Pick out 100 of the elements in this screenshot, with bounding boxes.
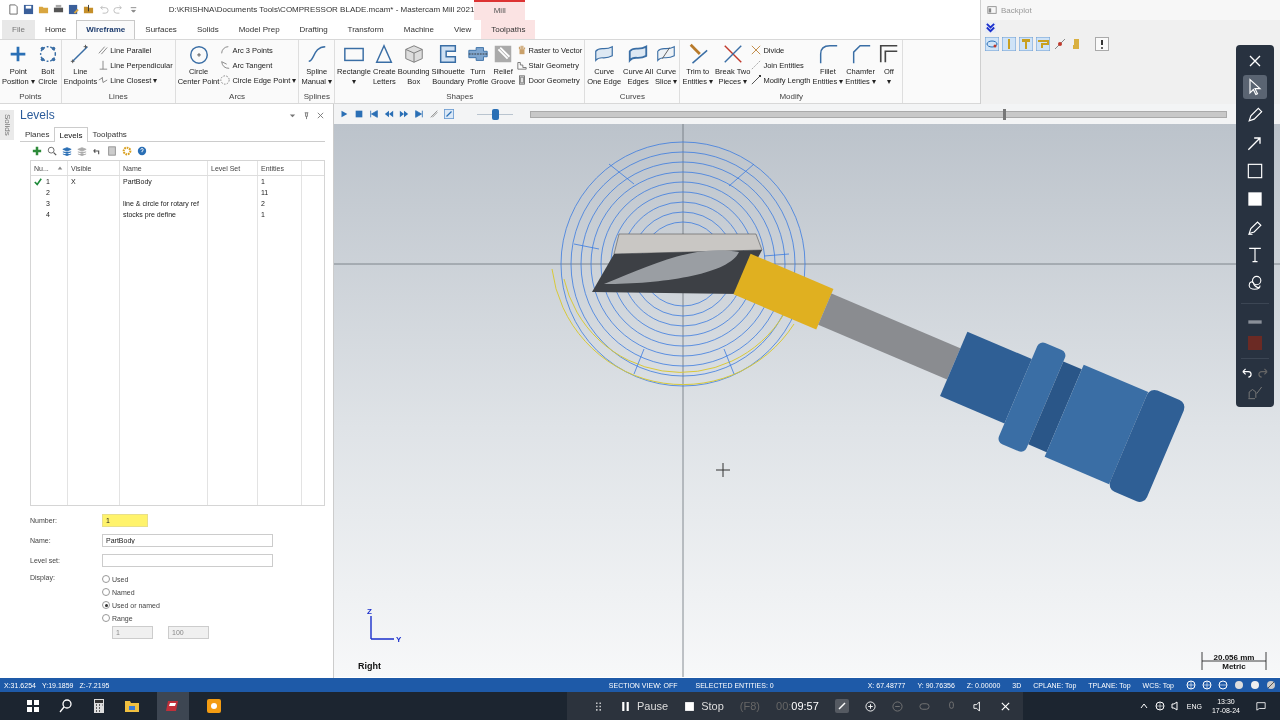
panel-tab[interactable]: Toolpaths — [87, 127, 132, 141]
trace-icon[interactable] — [429, 109, 439, 119]
step-back-icon[interactable] — [384, 109, 394, 119]
zoom-in-icon[interactable] — [864, 700, 876, 712]
customize-icon[interactable] — [128, 4, 139, 16]
ribbon-tab[interactable]: Transform — [337, 19, 394, 40]
window-title: D:\KRISHNA\Documents Tools\COMPRESSOR BLADE.mcam* - Mastercam Mill 2021 — [168, 5, 475, 15]
radio-button[interactable] — [102, 601, 110, 609]
step-forward-icon[interactable] — [399, 109, 409, 119]
notification-icon[interactable] — [1256, 701, 1266, 711]
search-icon[interactable] — [58, 698, 74, 714]
close-icon[interactable] — [999, 700, 1011, 712]
level-set-field[interactable] — [102, 554, 273, 567]
group-label: Shapes — [445, 92, 475, 103]
closest-line-icon — [98, 75, 109, 86]
ribbon-tab[interactable]: Solids — [186, 19, 229, 40]
save-as-icon[interactable] — [68, 4, 79, 16]
stop-button[interactable]: Stop — [684, 700, 724, 712]
scale-bar — [1201, 651, 1267, 671]
save-icon[interactable] — [23, 4, 34, 16]
undo-icon[interactable] — [92, 146, 102, 156]
sort-icon[interactable] — [57, 165, 63, 171]
axis-triad-icon — [370, 615, 395, 640]
ribbon-tab[interactable]: Drafting — [289, 19, 338, 40]
pointer-icon[interactable] — [1243, 75, 1267, 99]
position-marker[interactable] — [1002, 108, 1006, 120]
chevron-up-icon[interactable] — [1138, 701, 1149, 711]
point-icon[interactable] — [1053, 37, 1067, 51]
skip-forward-icon[interactable] — [414, 109, 424, 119]
pause-button[interactable]: Pause — [620, 700, 669, 712]
folder-icon[interactable] — [124, 698, 140, 714]
globe-icon[interactable] — [1218, 680, 1228, 690]
context-tab-header: Mill — [474, 0, 525, 20]
circle-icon — [187, 43, 210, 66]
slider-thumb[interactable] — [492, 108, 499, 120]
shortcut-hint: (F8) — [739, 700, 760, 712]
axis-label: Z — [367, 607, 372, 616]
calculator-icon[interactable] — [91, 698, 107, 714]
folder-icon[interactable] — [83, 4, 94, 16]
pin-icon[interactable] — [302, 110, 311, 120]
rotate-icon[interactable] — [985, 37, 999, 51]
ribbon-tab[interactable]: File — [2, 19, 35, 40]
axis-label: Y — [396, 635, 402, 644]
length-icon — [751, 75, 762, 86]
document-icon[interactable] — [107, 146, 117, 156]
stop-icon[interactable] — [354, 109, 364, 119]
pause-icon — [620, 700, 631, 712]
ribbon-tab[interactable]: Wireframe — [76, 19, 136, 40]
ribbon-tab[interactable]: View — [444, 19, 482, 40]
cube-icon — [402, 43, 425, 66]
ribbon-tab[interactable]: Model Prep — [228, 19, 290, 40]
parallel-lines-icon — [98, 45, 109, 56]
info-icon[interactable] — [1095, 37, 1109, 51]
stairs-icon — [516, 60, 527, 71]
grip-icon[interactable] — [593, 700, 604, 712]
progress-track[interactable] — [530, 110, 1227, 118]
pencil-icon[interactable] — [834, 699, 849, 713]
globe-icon[interactable] — [1186, 680, 1196, 690]
window-title: Backplot — [1001, 5, 1032, 15]
stop-icon — [684, 700, 696, 712]
panel-tab[interactable]: Planes — [20, 127, 55, 141]
door-icon — [516, 75, 527, 86]
panel-tab[interactable]: Levels — [54, 127, 88, 142]
pen-icon[interactable] — [444, 109, 454, 119]
skip-back-icon[interactable] — [369, 109, 379, 119]
ribbon-tab[interactable]: Toolpaths — [481, 19, 536, 40]
group-label: Modify — [778, 92, 804, 103]
layers-icon[interactable] — [62, 146, 72, 156]
half-sphere-icon[interactable] — [1266, 680, 1276, 690]
group-label: Arcs — [228, 92, 247, 103]
ribbon-tab[interactable]: Home — [34, 19, 77, 40]
collapse-icon[interactable] — [985, 22, 996, 33]
undo-icon[interactable] — [1241, 367, 1252, 378]
color-swatch[interactable] — [1248, 336, 1262, 350]
radio-button[interactable] — [102, 575, 110, 583]
recorder-app-icon[interactable] — [206, 698, 222, 714]
globe-icon[interactable] — [1154, 701, 1165, 711]
speaker-icon[interactable] — [1170, 701, 1181, 711]
ribbon-tab[interactable]: Machine — [393, 19, 444, 40]
elapsed-time: 09:57 — [791, 700, 819, 712]
radio-button[interactable] — [102, 614, 110, 622]
help-icon[interactable] — [137, 146, 147, 156]
app-logo-icon[interactable] — [157, 692, 189, 720]
side-tab[interactable]: Solids — [0, 110, 14, 140]
globe-icon[interactable] — [1202, 680, 1212, 690]
scale-unit: Metric — [1222, 662, 1246, 671]
elapsed-hours: 00: — [776, 700, 792, 712]
play-icon[interactable] — [339, 109, 349, 119]
crosshair-cursor-icon — [715, 462, 731, 478]
arc-tangent-icon — [220, 60, 231, 71]
plus-icon[interactable] — [32, 146, 42, 156]
windows-icon[interactable] — [25, 698, 41, 714]
group-label: Points — [18, 92, 43, 103]
crossed-lines-icon — [721, 43, 744, 66]
window-icon — [987, 5, 997, 15]
view-name: Right — [358, 661, 381, 671]
panel-title: Levels — [20, 108, 56, 122]
radio-button[interactable] — [102, 588, 110, 596]
arc-icon — [220, 45, 231, 56]
ribbon-tab[interactable]: Surfaces — [135, 19, 187, 40]
